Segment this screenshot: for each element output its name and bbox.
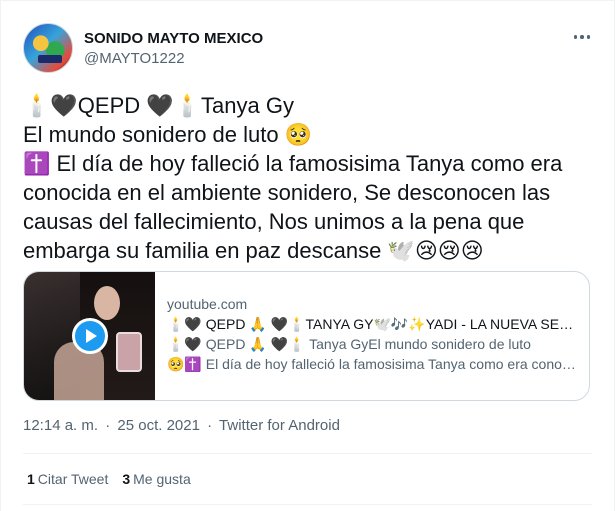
tweet-line-3: ✝️ El día de hoy falleció la famosisima … (23, 151, 563, 263)
quote-count: 1 (27, 471, 35, 487)
tweet-source[interactable]: Twitter for Android (219, 417, 340, 434)
divider (23, 453, 592, 454)
tweet-container: SONIDO MAYTO MEXICO @MAYTO1222 🕯️🖤QEPD 🖤… (0, 0, 615, 511)
quote-tweets-stat[interactable]: 1 Citar Tweet (27, 471, 108, 487)
tweet-line-2: El mundo sonidero de luto 🥺 (23, 122, 313, 147)
divider (23, 504, 592, 505)
card-domain: youtube.com (167, 296, 248, 312)
meta-separator: · (207, 417, 213, 434)
tweet-metadata: 12:14 a. m. · 25 oct. 2021 · Twitter for… (23, 417, 340, 434)
meta-separator: · (105, 417, 111, 434)
author-display-name[interactable]: SONIDO MAYTO MEXICO (84, 30, 263, 47)
card-description-line-2: 🥺✝️ El día de hoy falleció la famosisima… (167, 356, 577, 372)
engagement-stats: 1 Citar Tweet 3 Me gusta (27, 471, 191, 487)
tweet-text: 🕯️🖤QEPD 🖤🕯️Tanya Gy El mundo sonidero de… (23, 91, 598, 265)
tweet-time[interactable]: 12:14 a. m. (23, 417, 98, 434)
quote-label: Citar Tweet (37, 471, 109, 487)
link-preview-card[interactable]: youtube.com 🕯️🖤 QEPD 🙏 🖤🕯️TANYA GY🕊️🎶✨YA… (23, 271, 590, 401)
tweet-date[interactable]: 25 oct. 2021 (117, 417, 200, 434)
tweet-line-1: 🕯️🖤QEPD 🖤🕯️Tanya Gy (23, 93, 294, 118)
likes-stat[interactable]: 3 Me gusta (122, 471, 190, 487)
card-body: youtube.com 🕯️🖤 QEPD 🙏 🖤🕯️TANYA GY🕊️🎶✨YA… (167, 294, 577, 374)
author-avatar[interactable] (23, 23, 73, 73)
like-count: 3 (122, 471, 131, 487)
card-description: 🕯️🖤 QEPD 🙏 🖤🕯️ Tanya GyEl mundo sonidero… (167, 334, 577, 374)
author-handle[interactable]: @MAYTO1222 (84, 50, 185, 67)
like-label: Me gusta (133, 471, 191, 487)
play-icon[interactable] (72, 318, 108, 354)
card-title: 🕯️🖤 QEPD 🙏 🖤🕯️TANYA GY🕊️🎶✨YADI - LA NUEV… (167, 316, 577, 332)
card-description-line-1: 🕯️🖤 QEPD 🙏 🖤🕯️ Tanya GyEl mundo sonidero… (167, 336, 531, 352)
video-thumbnail[interactable] (24, 272, 155, 400)
avatar-logo-plate (38, 55, 62, 63)
more-options-icon[interactable] (570, 29, 594, 45)
